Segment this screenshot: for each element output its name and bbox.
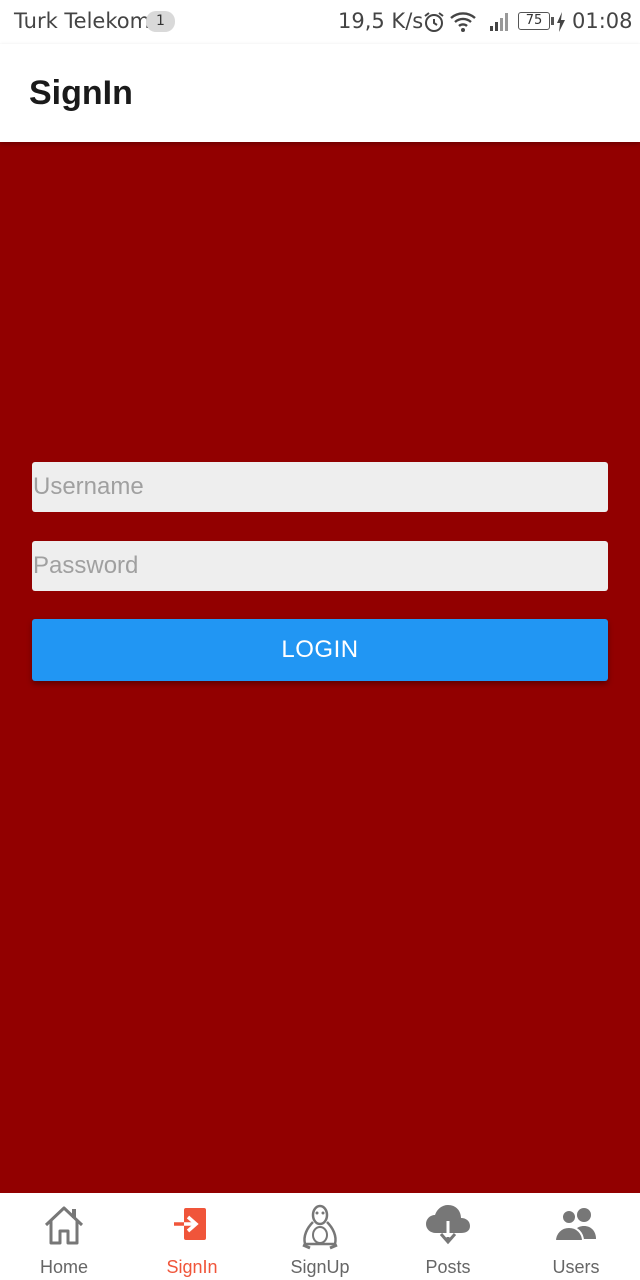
clock: 01:08	[572, 9, 633, 33]
tab-users[interactable]: Users	[512, 1193, 640, 1280]
tab-home-label: Home	[39, 1257, 88, 1277]
users-icon	[552, 1203, 600, 1251]
alarm-icon	[422, 10, 446, 38]
login-button[interactable]: LOGIN	[32, 619, 608, 681]
carrier-name: Turk Telekom	[14, 9, 151, 33]
signal-icon	[488, 10, 512, 38]
tab-signin[interactable]: SignIn	[128, 1193, 256, 1280]
battery-cap	[551, 17, 554, 25]
tab-signin-label: SignIn	[166, 1257, 218, 1277]
app-bar: SignIn	[0, 44, 640, 142]
network-speed: 19,5 K/s	[338, 9, 424, 33]
bottom-nav: Home SignIn SignUp Posts Users	[0, 1193, 640, 1280]
tab-users-label: Users	[552, 1257, 600, 1277]
signin-screen: LOGIN	[0, 142, 640, 1193]
page-title: SignIn	[29, 74, 133, 112]
notification-badge: 1	[146, 11, 175, 32]
home-icon	[42, 1203, 86, 1251]
tab-signup[interactable]: SignUp	[256, 1193, 384, 1280]
tab-signup-label: SignUp	[290, 1257, 350, 1277]
sign-in-icon	[170, 1203, 214, 1251]
tab-posts-label: Posts	[425, 1257, 471, 1277]
linux-penguin-icon	[298, 1203, 342, 1255]
battery-indicator: 75	[518, 12, 550, 30]
tab-home[interactable]: Home	[0, 1193, 128, 1280]
username-input[interactable]	[32, 462, 608, 512]
charging-icon	[556, 12, 566, 36]
cloud-download-icon	[424, 1203, 472, 1251]
wifi-icon	[449, 10, 477, 38]
password-input[interactable]	[32, 541, 608, 591]
status-bar: Turk Telekom 1 19,5 K/s 75 01:08	[0, 0, 640, 44]
tab-posts[interactable]: Posts	[384, 1193, 512, 1280]
